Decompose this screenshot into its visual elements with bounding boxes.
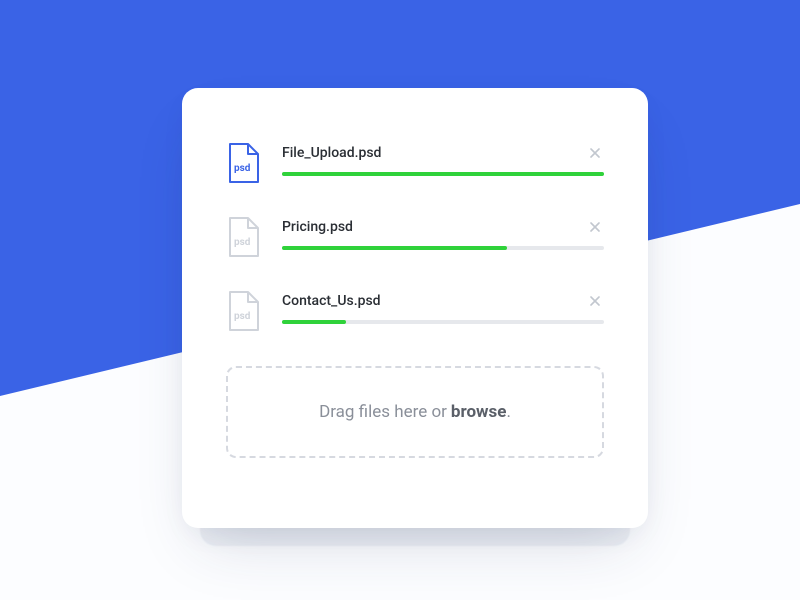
upload-progress-bar <box>282 320 346 324</box>
file-list: psd File_Upload.psd <box>226 128 604 350</box>
upload-progress <box>282 172 604 176</box>
file-type-icon: psd <box>226 290 260 332</box>
upload-progress-bar <box>282 172 604 176</box>
file-name: File_Upload.psd <box>282 145 381 161</box>
dropzone-suffix: . <box>506 402 510 422</box>
upload-card: psd File_Upload.psd <box>182 88 648 528</box>
file-type-icon: psd <box>226 216 260 258</box>
close-icon <box>590 148 600 158</box>
file-row: psd File_Upload.psd <box>226 128 604 202</box>
file-type-label: psd <box>234 311 251 322</box>
upload-progress-bar <box>282 246 507 250</box>
file-type-label: psd <box>234 237 251 248</box>
dropzone[interactable]: Drag files here or browse. <box>226 366 604 458</box>
file-row: psd Pricing.psd <box>226 202 604 276</box>
browse-link[interactable]: browse <box>451 402 507 422</box>
upload-progress <box>282 320 604 324</box>
remove-file-button[interactable] <box>586 144 604 162</box>
upload-progress <box>282 246 604 250</box>
file-name: Pricing.psd <box>282 219 353 235</box>
file-type-label: psd <box>234 163 251 174</box>
close-icon <box>590 222 600 232</box>
remove-file-button[interactable] <box>586 218 604 236</box>
dropzone-text: Drag files here or <box>319 402 447 422</box>
remove-file-button[interactable] <box>586 292 604 310</box>
close-icon <box>590 296 600 306</box>
file-row: psd Contact_Us.psd <box>226 276 604 350</box>
file-name: Contact_Us.psd <box>282 293 381 309</box>
file-type-icon: psd <box>226 142 260 184</box>
